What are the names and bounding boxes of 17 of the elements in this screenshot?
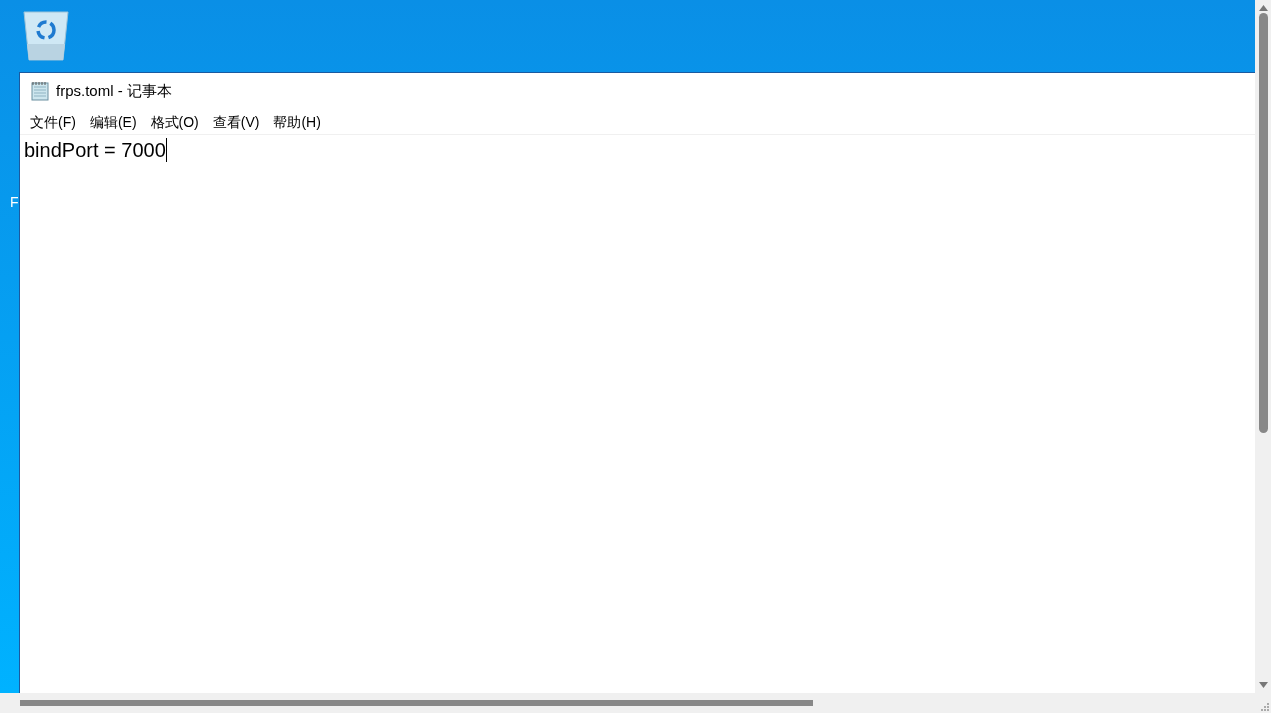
text-cursor <box>165 138 167 162</box>
window-title: frps.toml - 记事本 <box>56 80 172 101</box>
menu-item[interactable]: 查看(V) <box>205 111 267 132</box>
scroll-up-icon[interactable] <box>1258 5 1268 11</box>
scroll-down-icon[interactable] <box>1258 682 1268 688</box>
text-editor[interactable]: bindPort = 7000 <box>20 135 1255 693</box>
scrollbar-thumb[interactable] <box>1258 13 1268 433</box>
menu-item[interactable]: 编辑(E) <box>82 111 144 132</box>
horizontal-scrollbar-thumb[interactable] <box>20 700 813 706</box>
notepad-icon <box>30 81 50 101</box>
editor-text: bindPort = 7000 <box>24 138 166 163</box>
recycle-bin-icon <box>21 8 71 62</box>
menu-item[interactable]: 格式(O) <box>143 111 206 132</box>
menu-item[interactable]: 帮助(H) <box>266 111 328 132</box>
resize-grip-icon[interactable] <box>1260 702 1270 712</box>
desktop-icon-label: F <box>10 193 19 212</box>
menu-item[interactable]: 文件(F) <box>23 111 83 132</box>
